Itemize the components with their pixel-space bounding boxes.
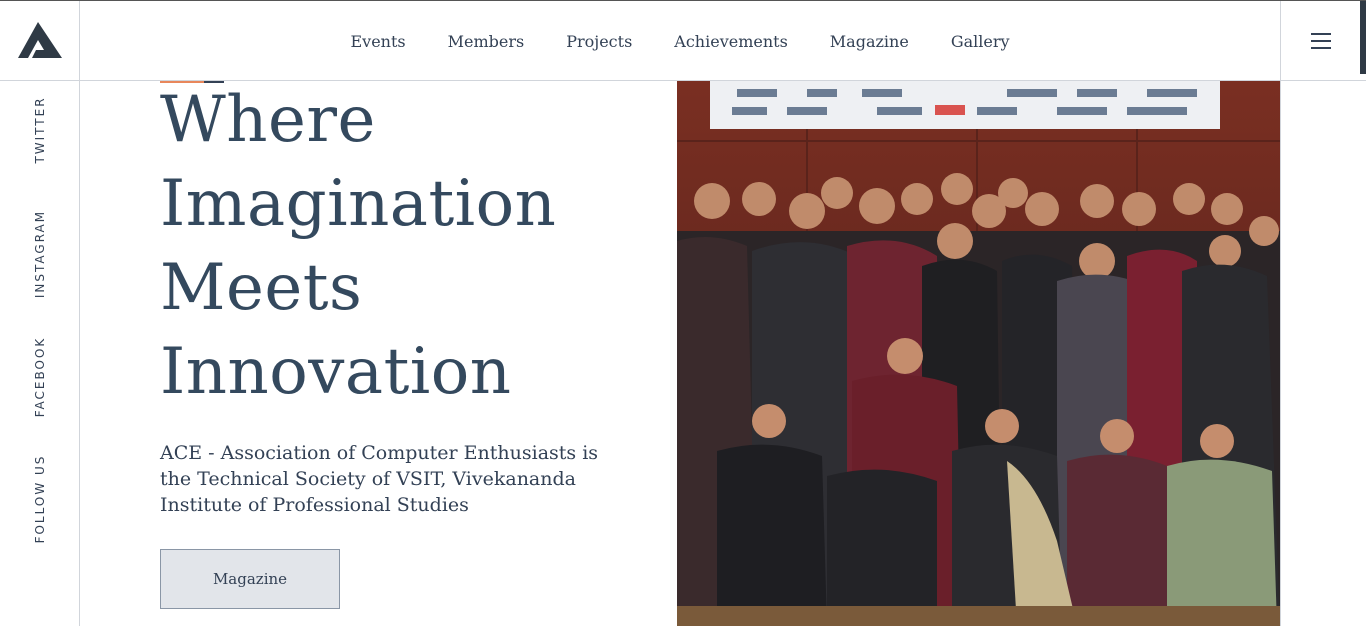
logo-link[interactable]	[0, 1, 80, 81]
hero-title: Where Imagination Meets Innovation	[160, 78, 556, 414]
social-link-twitter[interactable]: TWITTER	[33, 96, 47, 163]
hero-title-line: Innovation	[160, 335, 512, 409]
nav-magazine[interactable]: Magazine	[830, 32, 909, 51]
hero-title-line: Imagination	[160, 167, 557, 241]
menu-button[interactable]	[1280, 1, 1360, 81]
nav-members[interactable]: Members	[448, 32, 525, 51]
nav-projects[interactable]: Projects	[566, 32, 632, 51]
follow-us-label: FOLLOW US	[33, 454, 47, 544]
nav-achievements[interactable]: Achievements	[674, 32, 788, 51]
nav-events[interactable]: Events	[350, 32, 405, 51]
hero-description: ACE - Association of Computer Enthusiast…	[160, 442, 599, 516]
social-sidebar: TWITTER INSTAGRAM FACEBOOK FOLLOW US	[0, 81, 80, 626]
site-header: Events Members Projects Achievements Mag…	[0, 0, 1366, 81]
main-nav: Events Members Projects Achievements Mag…	[80, 1, 1280, 81]
ace-logo-icon	[17, 22, 62, 58]
social-link-facebook[interactable]: FACEBOOK	[33, 337, 47, 418]
group-photo	[677, 81, 1280, 626]
scrollbar-thumb[interactable]	[1360, 1, 1366, 74]
social-link-instagram[interactable]: INSTAGRAM	[33, 210, 47, 298]
hamburger-menu-icon	[1310, 33, 1331, 49]
hero-title-line: Where	[160, 83, 376, 157]
magazine-button[interactable]: Magazine	[160, 549, 340, 609]
nav-gallery[interactable]: Gallery	[951, 32, 1010, 51]
right-divider	[1280, 81, 1281, 626]
hero-title-line: Meets	[160, 251, 363, 325]
